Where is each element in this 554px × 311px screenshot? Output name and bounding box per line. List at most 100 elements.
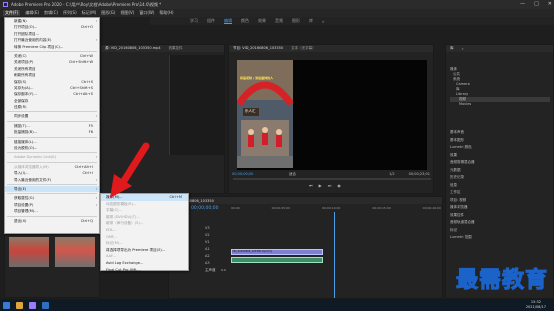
export-menu-item-11[interactable]: Final Cut Pro XML...	[101, 267, 188, 274]
red-arrow-annotation	[110, 142, 150, 198]
workspace-more[interactable]: »	[322, 19, 324, 24]
file-menu-item-22[interactable]: 设为脱机(O)...	[5, 145, 99, 151]
panel-list-item[interactable]: 项目: 视频	[450, 197, 550, 205]
taskbar-app-icon[interactable]	[42, 301, 49, 309]
clip-label: VID_20160806_103350.mp4 [V]	[232, 250, 273, 253]
step-back-icon[interactable]: ⏮	[309, 183, 313, 188]
playhead[interactable]	[334, 212, 335, 298]
file-menu-item-label: 关闭(C)	[14, 53, 27, 58]
file-menu-item-24: Adobe Dynamic Link(K) ›	[5, 154, 99, 160]
video-clip[interactable]: VID_20160806_103350.mp4 [V]	[231, 249, 323, 255]
panel-list-item[interactable]: 标记	[450, 227, 550, 235]
ruler-tick: 00;00;20;00	[422, 206, 441, 210]
export-menu-item-8[interactable]: 将选择项导出为 Premiere 项目(S)...	[101, 247, 188, 254]
clip-thumbnail[interactable]	[55, 237, 95, 267]
export-menu-item-label: 字幕(C)...	[106, 208, 122, 213]
arch-sign-text: 恭喜发财 | 谁是最帅的人	[240, 76, 274, 80]
workspace-effects[interactable]: 效果	[258, 18, 266, 24]
tab-libraries[interactable]: 库	[450, 46, 454, 51]
minimize-button[interactable]: —	[520, 1, 525, 7]
ruler-tick: 00;00	[231, 206, 240, 210]
menu-clip[interactable]: 剪辑(C)	[44, 10, 58, 16]
panel-list-item[interactable]: 元数据	[450, 167, 550, 175]
taskbar-clock[interactable]: 15:32 2021/08/17	[526, 300, 546, 310]
export-menu-item-1: 动态图形模板(R)...	[101, 201, 188, 208]
panel-list-item[interactable]: 音频轨道混合器	[450, 219, 550, 227]
file-menu-item-34[interactable]: 项目管理(M)...	[5, 208, 99, 214]
workspace-bar: 学习 组件 编辑 颜色 效果 音频 图形 库 »	[150, 17, 554, 25]
panel-list-item[interactable]: 历史记录	[450, 174, 550, 182]
source-tabs: 源: VID_20160806_103350.mp4 效果控件	[101, 45, 224, 52]
tree-item[interactable]: Movies	[450, 102, 550, 107]
workspace-audio[interactable]: 音频	[275, 18, 283, 24]
menu-file[interactable]: 文件(F)	[3, 10, 21, 16]
menu-separator	[7, 193, 97, 195]
file-menu-item-16[interactable]: 同步设置 ›	[5, 113, 99, 119]
program-resolution-select[interactable]: 1/2	[389, 172, 395, 176]
file-menu-item-shortcut: F6	[88, 130, 93, 135]
export-menu-item-2: 字幕(C)...	[101, 207, 188, 214]
export-menu-item-6: OMF...	[101, 234, 188, 241]
workspace-color[interactable]: 颜色	[241, 18, 249, 24]
menu-window[interactable]: 窗口(W)	[139, 10, 154, 16]
export-menu-item-7: 标记(M)...	[101, 240, 188, 247]
file-menu-item-30[interactable]: 导出(E) ›	[5, 185, 99, 193]
workspace-editing[interactable]: 编辑	[224, 18, 232, 24]
panel-list-item[interactable]: 工作区	[450, 189, 550, 197]
file-menu-item-label: 设为脱机(O)...	[14, 146, 38, 151]
panel-list-item[interactable]: 效果控件	[450, 212, 550, 220]
maximize-button[interactable]: □	[534, 1, 539, 7]
workspace-graphics[interactable]: 图形	[292, 18, 300, 24]
tab-more[interactable]: »	[462, 47, 464, 51]
title-bar: Adobe Premiere Pro 2020 - C:\用户\Roy\文档\A…	[0, 0, 554, 9]
file-menu-item-36[interactable]: 退出(X) Ctrl+Q	[5, 218, 99, 224]
taskbar-date: 2021/08/17	[525, 305, 546, 309]
export-frame-icon[interactable]: ◉	[337, 183, 341, 188]
tab-program[interactable]: 节目: VID_20160806_103350	[233, 46, 283, 51]
workspace-libraries[interactable]: 库	[309, 18, 313, 24]
panel-list-item[interactable]: 效果	[450, 152, 550, 160]
menu-view[interactable]: 视图(V)	[120, 10, 134, 16]
clip-thumbnail[interactable]	[9, 237, 49, 267]
taskbar-app-icon[interactable]	[29, 301, 36, 309]
panel-list-item[interactable]: 基本声音	[450, 129, 550, 137]
export-menu-item-5: EDL...	[101, 227, 188, 234]
export-menu-item-10[interactable]: Avid Log Exchange...	[101, 260, 188, 267]
workspace-learn[interactable]: 学习	[190, 18, 198, 24]
project-panel	[4, 234, 100, 298]
taskbar-app-icon[interactable]	[16, 301, 23, 309]
timeline-ruler: 00;00 00;00;05;00 00;00;10;00 00;00;15;0…	[231, 206, 441, 214]
menu-sequence[interactable]: 序列(S)	[63, 10, 77, 16]
file-menu-item-label: 项目管理(M)...	[14, 209, 38, 214]
panel-list-item[interactable]: 基本图形	[450, 137, 550, 145]
export-submenu: 媒体(M)... Ctrl+M 动态图形模板(R)... 字幕(C)... 磁带 (DV…	[100, 193, 189, 274]
menu-bar: 文件(F) 编辑(E) 剪辑(C) 序列(S) 标记(M) 图形(G) 视图(V…	[0, 9, 554, 17]
windows-start-icon[interactable]	[3, 301, 10, 309]
panel-list-item[interactable]: 信息	[450, 182, 550, 190]
tab-effect-controls[interactable]: 效果控件	[169, 46, 183, 51]
file-menu-item-label: 批量捕捉(B)...	[14, 130, 38, 135]
menu-graphics[interactable]: 图形(G)	[101, 10, 115, 16]
panel-list-item[interactable]: Lumetri 范围	[450, 234, 550, 242]
panel-list-item[interactable]: 媒体浏览器	[450, 204, 550, 212]
program-fit-select[interactable]: 适合	[289, 172, 296, 177]
close-button[interactable]: ✕	[548, 1, 552, 7]
file-menu-item-14[interactable]: 还原(R)	[5, 104, 99, 110]
step-forward-icon[interactable]: ⏭	[328, 183, 332, 188]
menu-edit[interactable]: 编辑(E)	[25, 10, 39, 16]
export-menu-item-3: 磁带 (DV/HDV)(T)...	[101, 214, 188, 221]
workspace-assembly[interactable]: 组件	[207, 18, 215, 24]
tab-captions[interactable]: 文本（无字幕）	[291, 46, 316, 51]
audio-clip[interactable]	[231, 257, 323, 263]
panel-list-item[interactable]: 音频剪辑混合器	[450, 159, 550, 167]
program-scrubber[interactable]	[233, 178, 431, 180]
file-menu-item-4[interactable]: 转换 Premiere Clip 项目(C)...	[5, 44, 99, 50]
play-icon[interactable]: ▶	[319, 183, 322, 188]
file-menu-item-19[interactable]: 批量捕捉(B)... F6	[5, 129, 99, 135]
tab-source[interactable]: 源: VID_20160806_103350.mp4	[105, 46, 161, 51]
menu-marker[interactable]: 标记(M)	[82, 10, 97, 16]
file-menu-item-28[interactable]: 导入最近使用的文件(F) ›	[5, 177, 99, 183]
panel-list-item[interactable]: Lumetri 颜色	[450, 144, 550, 152]
master-volume[interactable]: 0.0	[221, 268, 226, 272]
menu-help[interactable]: 帮助(H)	[159, 10, 173, 16]
